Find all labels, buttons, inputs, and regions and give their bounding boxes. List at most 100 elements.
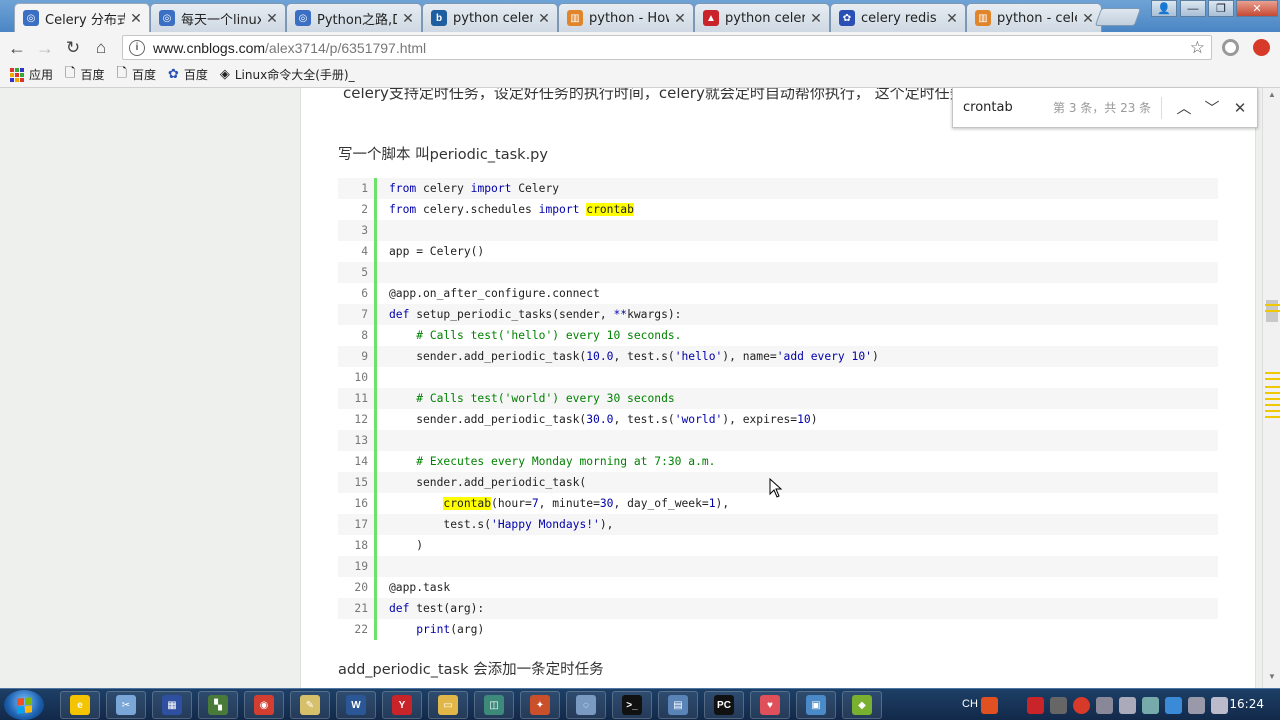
code-text: from celery.schedules import crontab <box>389 203 634 216</box>
tab-1[interactable]: ◎ Celery 分布式 ✕ <box>14 3 150 32</box>
tray-app-icon[interactable] <box>1165 697 1182 714</box>
tab-close-icon[interactable]: ✕ <box>129 10 143 27</box>
green-app-icon: ◆ <box>852 695 872 715</box>
chevron-up-icon[interactable]: ︿ <box>1170 97 1198 118</box>
back-button[interactable]: ← <box>6 37 28 59</box>
tray-app-icon[interactable] <box>1096 697 1113 714</box>
forward-button[interactable]: → <box>34 37 56 59</box>
system-tray <box>981 697 1228 714</box>
tab-5[interactable]: ▥ python - How ✕ <box>558 3 694 32</box>
puzzle-app-button[interactable]: ▚ <box>198 691 238 719</box>
close-window-button[interactable]: ✕ <box>1236 0 1278 17</box>
clock[interactable]: 16:24 <box>1229 697 1264 711</box>
gutter-bar <box>374 241 377 262</box>
code-text: def setup_periodic_tasks(sender, **kwarg… <box>389 308 682 321</box>
line-number: 18 <box>354 539 368 552</box>
save-app-button[interactable]: ▦ <box>152 691 192 719</box>
word-app-icon: W <box>346 695 366 715</box>
tab-close-icon[interactable]: ✕ <box>537 10 551 27</box>
tab-2[interactable]: ◎ 每天一个linux ✕ <box>150 3 286 32</box>
line-number: 22 <box>354 623 368 636</box>
code-text: # Calls test('hello') every 10 seconds. <box>416 329 682 342</box>
tool-app-button[interactable]: ✂ <box>106 691 146 719</box>
tab-8[interactable]: ▥ python - cele ✕ <box>966 3 1102 32</box>
remote-app-button[interactable]: ▣ <box>796 691 836 719</box>
user-icon[interactable]: 👤 <box>1151 0 1177 17</box>
new-tab-button[interactable] <box>1094 8 1142 26</box>
ie-app-button[interactable]: e <box>60 691 100 719</box>
word-app-button[interactable]: W <box>336 691 376 719</box>
tab-close-icon[interactable]: ✕ <box>673 10 687 27</box>
extension-icon[interactable] <box>1222 39 1239 56</box>
tab-title: celery redis p <box>861 10 941 26</box>
volume-icon[interactable] <box>1211 697 1228 714</box>
home-button[interactable]: ⌂ <box>90 37 112 59</box>
chrome-app-button[interactable]: ◉ <box>244 691 284 719</box>
tray-app-icon[interactable] <box>1119 697 1136 714</box>
start-button[interactable] <box>4 690 44 720</box>
bookmark-apps[interactable]: 应用 <box>10 66 53 83</box>
close-icon[interactable]: ✕ <box>1226 99 1254 117</box>
search-app-button[interactable]: ◌ <box>566 691 606 719</box>
pocket-app-button[interactable]: ♥ <box>750 691 790 719</box>
reload-button[interactable]: ↻ <box>62 37 84 59</box>
code-line: 20 @app.task <box>338 577 1218 598</box>
page-icon: 🗋 <box>116 65 127 81</box>
tab-close-icon[interactable]: ✕ <box>265 10 279 27</box>
bookmark-baidu[interactable]: ✿ 百度 <box>168 66 208 83</box>
youdao-app-button[interactable]: Y <box>382 691 422 719</box>
scroll-up-arrow[interactable]: ▲ <box>1263 90 1280 104</box>
wing-app-button[interactable]: ✦ <box>520 691 560 719</box>
search-app-icon: ◌ <box>576 695 596 715</box>
info-icon[interactable]: i <box>129 39 145 56</box>
address-bar[interactable]: i www.cnblogs.com/alex3714/p/6351797.htm… <box>122 35 1212 60</box>
tab-close-icon[interactable]: ✕ <box>401 10 415 27</box>
line-number: 20 <box>354 581 368 594</box>
green-app-button[interactable]: ◆ <box>842 691 882 719</box>
line-number: 2 <box>361 203 368 216</box>
folder-app-button[interactable]: ▭ <box>428 691 468 719</box>
tray-app-icon[interactable] <box>1142 697 1159 714</box>
bookmark-baidu[interactable]: 🗋 百度 <box>65 64 104 86</box>
cmd-app-button[interactable]: >_ <box>612 691 652 719</box>
chevron-down-icon[interactable]: ﹀ <box>1198 97 1226 118</box>
tab-7[interactable]: ✿ celery redis p ✕ <box>830 3 966 32</box>
language-indicator[interactable]: CH <box>962 698 978 710</box>
tray-app-icon[interactable] <box>981 697 998 714</box>
maximize-button[interactable]: ❐ <box>1208 0 1234 17</box>
tab-6[interactable]: ▲ python celer ✕ <box>694 3 830 32</box>
line-number: 12 <box>354 413 368 426</box>
line-number: 8 <box>361 329 368 342</box>
tab-close-icon[interactable]: ✕ <box>809 10 823 27</box>
extension-icon[interactable] <box>1253 39 1270 56</box>
pycharm-app-button[interactable]: PC <box>704 691 744 719</box>
network-icon[interactable] <box>1188 697 1205 714</box>
scroll-down-arrow[interactable]: ▼ <box>1263 672 1280 686</box>
browser-toolbar: ← → ↻ ⌂ i www.cnblogs.com/alex3714/p/635… <box>0 32 1280 62</box>
tab-4[interactable]: b python celer ✕ <box>422 3 558 32</box>
find-match-marker <box>1265 372 1280 374</box>
code-line: 5 <box>338 262 1218 283</box>
find-input[interactable]: crontab <box>963 100 1053 115</box>
tab-3[interactable]: ◎ Python之路,D ✕ <box>286 3 422 32</box>
code-text: # Calls test('world') every 30 seconds <box>416 392 675 405</box>
tab-close-icon[interactable]: ✕ <box>1081 10 1095 27</box>
bookmark-linux[interactable]: ◈ Linux命令大全(手册)_ <box>220 66 355 83</box>
tray-app-icon[interactable] <box>1073 697 1090 714</box>
bookmark-star-icon[interactable]: ☆ <box>1190 38 1205 58</box>
find-match-marker <box>1265 416 1280 418</box>
vm-app-button[interactable]: ◫ <box>474 691 514 719</box>
gutter-bar <box>374 514 377 535</box>
tab-title: python celer <box>725 10 805 26</box>
gutter-bar <box>374 556 377 577</box>
tray-app-icon[interactable] <box>1050 697 1067 714</box>
tray-app-icon[interactable] <box>1027 697 1044 714</box>
page-scrollbar[interactable]: ▲ ▼ <box>1262 88 1280 688</box>
find-match-marker <box>1265 392 1280 394</box>
tab-close-icon[interactable]: ✕ <box>945 10 959 27</box>
gutter-bar <box>374 535 377 556</box>
minimize-button[interactable]: — <box>1180 0 1206 17</box>
notepad-app-button[interactable]: ✎ <box>290 691 330 719</box>
bookmark-baidu[interactable]: 🗋 百度 <box>116 64 155 86</box>
window-app-button[interactable]: ▤ <box>658 691 698 719</box>
